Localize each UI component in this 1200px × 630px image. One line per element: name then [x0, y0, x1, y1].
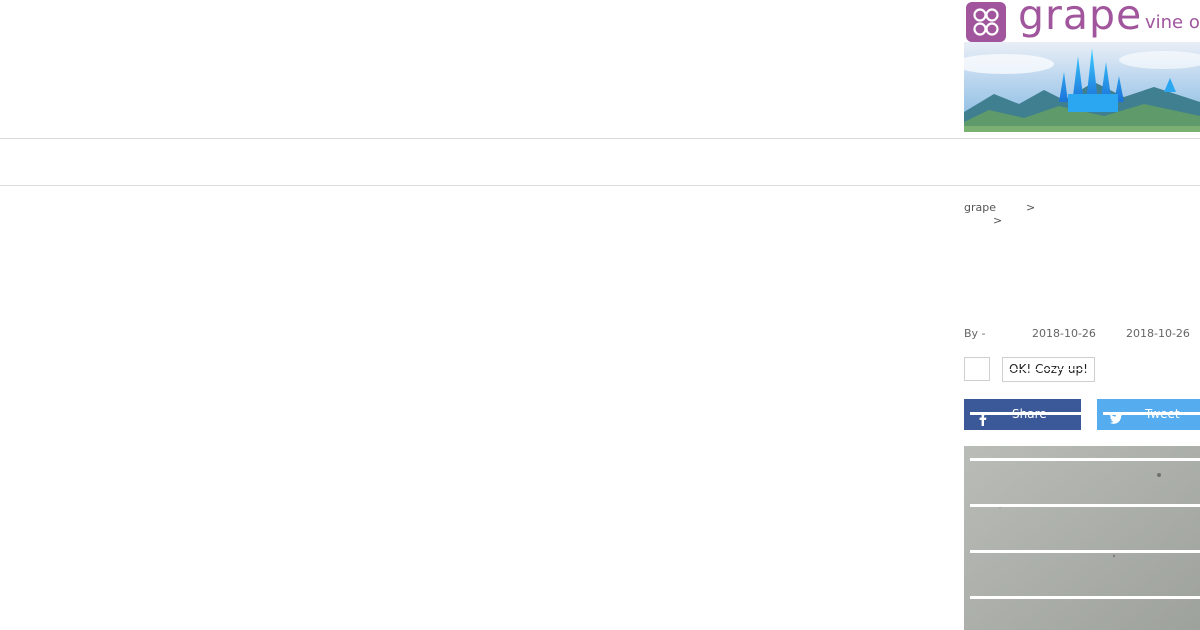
image-overlay-line	[970, 504, 1200, 507]
site-logo[interactable]: grape vine of	[964, 0, 1200, 44]
logo-wordmark: grape	[1018, 0, 1143, 39]
grape-logo-icon	[966, 2, 1006, 42]
button-overlay-line	[970, 412, 1081, 415]
button-overlay-line	[1005, 369, 1092, 370]
cozy-up-button[interactable]: OK! Cozy up!	[1002, 357, 1095, 382]
logo-tagline: vine of	[1145, 12, 1200, 33]
article-published-date: 2018-10-26	[1032, 327, 1096, 340]
twitter-tweet-button[interactable]: Tweet	[1097, 399, 1200, 430]
image-overlay-line	[970, 596, 1200, 599]
header-banner-image[interactable]	[964, 42, 1200, 132]
image-overlay-line	[970, 458, 1200, 461]
article-updated-date: 2018-10-26	[1126, 327, 1190, 340]
breadcrumb-home-link[interactable]: grape	[964, 201, 996, 215]
nav-divider	[0, 185, 1200, 186]
article-author: By -	[964, 327, 986, 340]
button-overlay-line	[1103, 412, 1200, 415]
breadcrumb-separator: >	[1026, 201, 1036, 214]
breadcrumb-separator: >	[993, 214, 1003, 227]
image-overlay-line	[970, 550, 1200, 553]
header-divider	[0, 138, 1200, 139]
reaction-checkbox[interactable]	[964, 357, 990, 381]
article-main-image	[964, 446, 1200, 630]
facebook-share-button[interactable]: Share	[964, 399, 1081, 430]
